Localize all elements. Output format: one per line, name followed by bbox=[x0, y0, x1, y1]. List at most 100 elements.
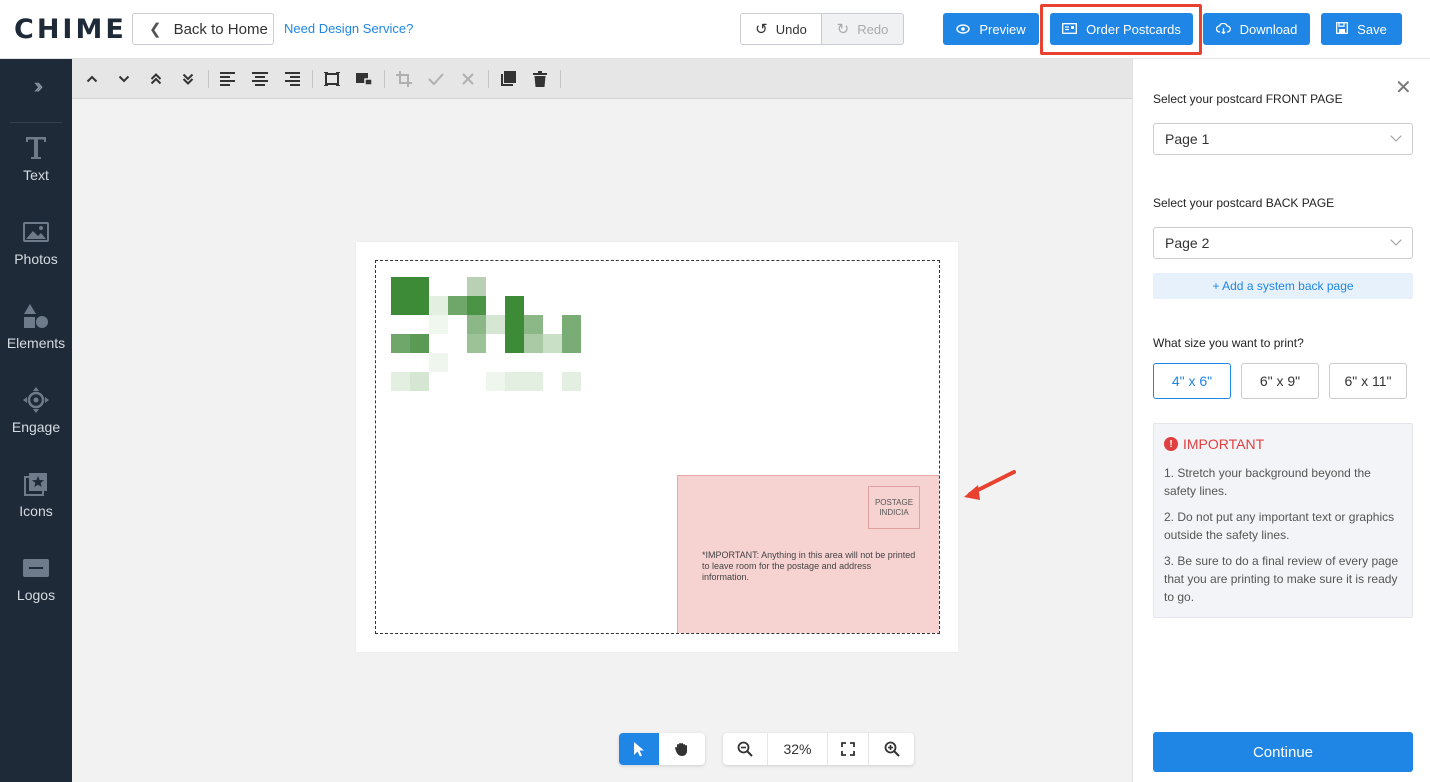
close-icon[interactable]: ✕ bbox=[1395, 75, 1412, 100]
align-left-icon[interactable] bbox=[215, 66, 241, 92]
download-button[interactable]: Download bbox=[1203, 13, 1310, 45]
add-system-back-page-button[interactable]: + Add a system back page bbox=[1153, 273, 1413, 299]
back-to-home-button[interactable]: ❮ Back to Home bbox=[132, 13, 274, 45]
duplicate-icon[interactable] bbox=[495, 66, 521, 92]
chevron-left-icon: ❮ bbox=[149, 21, 162, 38]
important-heading: ! IMPORTANT bbox=[1164, 436, 1264, 452]
zoom-controls: 32% bbox=[723, 733, 914, 765]
sidebar-item-label: Logos bbox=[16, 587, 56, 603]
crop-icon[interactable] bbox=[391, 66, 417, 92]
cloud-download-icon bbox=[1215, 22, 1231, 37]
undo-button[interactable]: ↺ Undo bbox=[741, 14, 822, 44]
align-center-icon[interactable] bbox=[247, 66, 273, 92]
move-bottom-icon[interactable] bbox=[175, 66, 201, 92]
save-icon bbox=[1336, 21, 1349, 37]
back-page-label: Select your postcard BACK PAGE bbox=[1153, 196, 1335, 210]
important-item: 1. Stretch your background beyond the sa… bbox=[1164, 466, 1371, 498]
front-page-select[interactable]: Page 1 bbox=[1153, 123, 1413, 155]
preview-button[interactable]: Preview bbox=[943, 13, 1039, 45]
zoom-out-button[interactable] bbox=[723, 733, 768, 765]
design-service-link[interactable]: Need Design Service? bbox=[284, 21, 413, 36]
order-postcards-button[interactable]: Order Postcards bbox=[1050, 13, 1193, 45]
canvas-mode-tools bbox=[619, 733, 705, 765]
zoom-in-button[interactable] bbox=[869, 733, 914, 765]
fullscreen-icon bbox=[841, 742, 855, 756]
redo-icon: ↻ bbox=[836, 21, 850, 38]
toolbar-divider bbox=[560, 70, 561, 88]
sidebar-item-icons[interactable]: Icons bbox=[0, 469, 72, 519]
size-option-6x9[interactable]: 6" x 9" bbox=[1241, 363, 1319, 399]
sidebar-item-label: Engage bbox=[11, 419, 61, 435]
pan-tool-button[interactable] bbox=[659, 733, 705, 765]
move-down-icon[interactable] bbox=[111, 66, 137, 92]
eye-icon bbox=[956, 22, 971, 37]
undo-redo-group: ↺ Undo ↻ Redo bbox=[740, 13, 904, 45]
replace-image-icon[interactable] bbox=[351, 66, 377, 92]
sidebar-item-text[interactable]: Text bbox=[0, 133, 72, 183]
save-label: Save bbox=[1357, 21, 1387, 37]
sidebar-divider bbox=[10, 122, 62, 123]
save-button[interactable]: Save bbox=[1321, 13, 1402, 45]
important-item: 2. Do not put any important text or grap… bbox=[1164, 510, 1395, 542]
toolbar-divider bbox=[208, 70, 209, 88]
print-size-label: What size you want to print? bbox=[1153, 336, 1304, 350]
shapes-icon bbox=[0, 301, 72, 331]
sidebar-item-photos[interactable]: Photos bbox=[0, 217, 72, 267]
sidebar-item-label: Icons bbox=[19, 503, 53, 519]
back-page-value: Page 2 bbox=[1165, 235, 1210, 251]
left-sidebar: ›› Text Photos Elements Engage Icons Log… bbox=[0, 59, 72, 782]
address-safety-zone: POSTAGE INDICIA *IMPORTANT: Anything in … bbox=[677, 475, 939, 633]
expand-sidebar-icon[interactable]: ›› bbox=[0, 73, 72, 99]
fit-screen-button[interactable] bbox=[828, 733, 869, 765]
cancel-icon[interactable] bbox=[455, 66, 481, 92]
undo-label: Undo bbox=[775, 21, 807, 37]
front-page-label: Select your postcard FRONT PAGE bbox=[1153, 92, 1343, 106]
delete-icon[interactable] bbox=[527, 66, 553, 92]
alert-icon: ! bbox=[1164, 437, 1178, 451]
redo-label: Redo bbox=[857, 21, 889, 37]
toolbar-divider bbox=[488, 70, 489, 88]
sidebar-item-engage[interactable]: Engage bbox=[0, 385, 72, 435]
toolbar-divider bbox=[384, 70, 385, 88]
hand-icon bbox=[675, 743, 687, 756]
print-size-options: 4" x 6" 6" x 9" 6" x 11" bbox=[1153, 363, 1417, 399]
annotation-arrow-icon bbox=[964, 470, 1016, 500]
confirm-icon[interactable] bbox=[423, 66, 449, 92]
zoom-level: 32% bbox=[768, 733, 828, 765]
address-zone-note: *IMPORTANT: Anything in this area will n… bbox=[702, 550, 916, 582]
sidebar-item-label: Text bbox=[23, 167, 49, 183]
fit-frame-icon[interactable] bbox=[319, 66, 345, 92]
align-right-icon[interactable] bbox=[279, 66, 305, 92]
top-bar: CHIME ❮ Back to Home Need Design Service… bbox=[0, 0, 1430, 59]
size-option-6x11[interactable]: 6" x 11" bbox=[1329, 363, 1407, 399]
zoom-in-icon bbox=[884, 741, 900, 757]
back-page-select[interactable]: Page 2 bbox=[1153, 227, 1413, 259]
front-page-value: Page 1 bbox=[1165, 131, 1210, 147]
select-tool-button[interactable] bbox=[619, 733, 659, 765]
zoom-out-icon bbox=[737, 741, 753, 757]
continue-button[interactable]: Continue bbox=[1153, 732, 1413, 772]
engage-icon bbox=[0, 385, 72, 415]
redo-button[interactable]: ↻ Redo bbox=[822, 14, 903, 44]
important-notice: ! IMPORTANT 1. Stretch your background b… bbox=[1153, 423, 1413, 618]
important-title: IMPORTANT bbox=[1183, 436, 1265, 452]
text-icon bbox=[0, 133, 72, 163]
sidebar-item-elements[interactable]: Elements bbox=[0, 301, 72, 351]
download-label: Download bbox=[1239, 21, 1298, 37]
chime-logo[interactable]: CHIME bbox=[14, 13, 127, 45]
sidebar-item-label: Elements bbox=[6, 335, 66, 351]
size-option-4x6[interactable]: 4" x 6" bbox=[1153, 363, 1231, 399]
logo-text: CHIME bbox=[14, 13, 127, 45]
back-label: Back to Home bbox=[173, 20, 268, 38]
pointer-icon bbox=[634, 742, 644, 757]
sidebar-item-label: Photos bbox=[14, 251, 58, 267]
postage-indicia-box: POSTAGE INDICIA bbox=[868, 486, 920, 529]
move-top-icon[interactable] bbox=[143, 66, 169, 92]
order-label: Order Postcards bbox=[1086, 21, 1181, 37]
indicia-line-2: INDICIA bbox=[879, 507, 909, 517]
photo-icon bbox=[0, 217, 72, 247]
move-up-icon[interactable] bbox=[79, 66, 105, 92]
preview-label: Preview bbox=[979, 21, 1026, 37]
postcard-icon bbox=[1062, 22, 1078, 37]
sidebar-item-logos[interactable]: Logos bbox=[0, 553, 72, 603]
